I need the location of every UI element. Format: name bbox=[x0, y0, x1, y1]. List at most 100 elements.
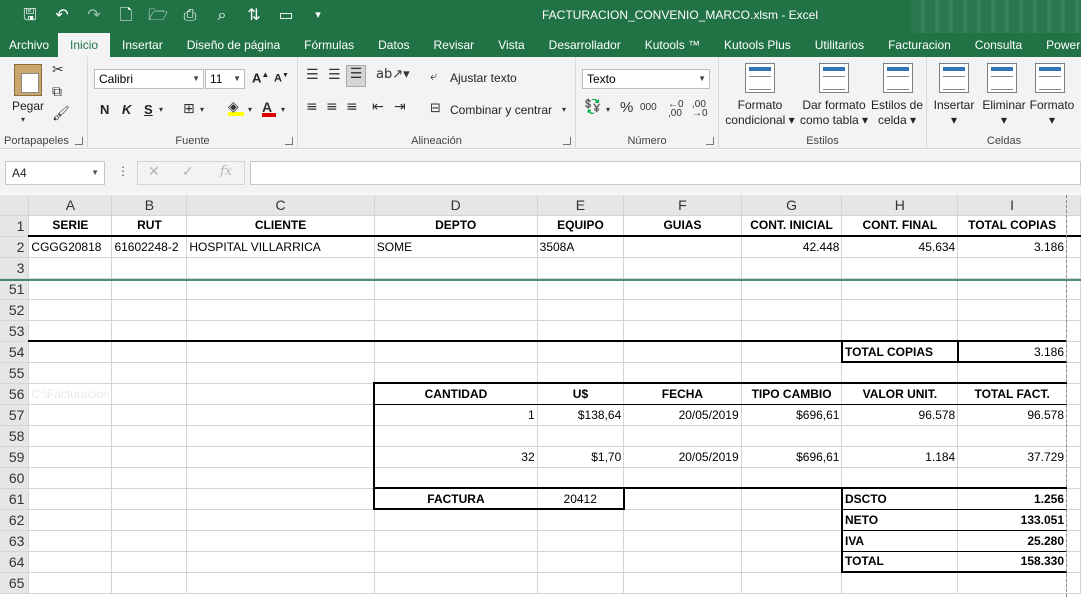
tab-revisar[interactable]: Revisar bbox=[422, 33, 487, 57]
row-header[interactable]: 59 bbox=[0, 446, 30, 468]
wrap-text-button[interactable]: Ajustar texto bbox=[450, 71, 517, 86]
cell[interactable] bbox=[623, 425, 742, 447]
cell[interactable] bbox=[623, 362, 742, 384]
cell-i57[interactable]: 96.578 bbox=[957, 404, 1068, 426]
row-header[interactable]: 58 bbox=[0, 425, 30, 447]
cell[interactable] bbox=[623, 530, 742, 552]
cell[interactable] bbox=[841, 362, 959, 384]
confirm-icon[interactable]: ✓ bbox=[182, 164, 194, 180]
cell[interactable] bbox=[537, 341, 625, 363]
cell[interactable] bbox=[841, 278, 959, 300]
underline-button[interactable]: S bbox=[144, 102, 153, 117]
merge-center-icon[interactable]: ⊟ bbox=[430, 101, 441, 116]
font-launcher-icon[interactable] bbox=[285, 137, 293, 145]
cell-a2[interactable]: CGGG20818 bbox=[28, 236, 113, 258]
cell[interactable] bbox=[111, 509, 188, 531]
insert-function-icon[interactable]: fx bbox=[220, 164, 232, 179]
cell-e61[interactable]: 20412 bbox=[537, 488, 625, 510]
cell[interactable] bbox=[537, 278, 625, 300]
cell[interactable] bbox=[623, 257, 742, 279]
cell-e1[interactable]: EQUIPO bbox=[537, 215, 625, 237]
cell[interactable] bbox=[186, 341, 375, 363]
column-header-e[interactable]: E bbox=[537, 195, 625, 216]
cell-h62[interactable]: NETO bbox=[840, 509, 959, 531]
cell[interactable] bbox=[957, 299, 1068, 321]
merge-center-button[interactable]: Combinar y centrar bbox=[450, 103, 552, 118]
cell[interactable] bbox=[1066, 530, 1081, 552]
cell-i54[interactable]: 3.186 bbox=[957, 341, 1068, 363]
cell[interactable] bbox=[186, 425, 375, 447]
cancel-icon[interactable]: ✕ bbox=[148, 164, 160, 180]
cell-h61[interactable]: DSCTO bbox=[840, 488, 959, 510]
insert-cells-icon[interactable] bbox=[939, 63, 969, 93]
percent-icon[interactable]: % bbox=[620, 99, 633, 116]
cell[interactable] bbox=[1066, 299, 1081, 321]
cell[interactable] bbox=[374, 572, 538, 594]
tab-utilitarios[interactable]: Utilitarios bbox=[803, 33, 876, 57]
cell[interactable] bbox=[373, 467, 538, 489]
cell[interactable] bbox=[374, 362, 538, 384]
cell-f1[interactable]: GUIAS bbox=[623, 215, 742, 237]
cell[interactable] bbox=[111, 488, 188, 510]
align-left-icon[interactable]: ≡ bbox=[306, 99, 318, 115]
name-box[interactable]: A4 ▼ bbox=[5, 161, 105, 185]
cell[interactable] bbox=[957, 425, 1068, 447]
cell[interactable] bbox=[537, 509, 625, 531]
cell[interactable] bbox=[186, 257, 375, 279]
format-painter-icon[interactable]: 🖌 bbox=[52, 106, 70, 122]
cell-h59[interactable]: 1.184 bbox=[841, 446, 959, 468]
borders-icon[interactable]: ⊞ bbox=[183, 101, 195, 117]
cell[interactable] bbox=[28, 530, 113, 552]
clipboard-launcher-icon[interactable] bbox=[75, 137, 83, 145]
row-header[interactable]: 53 bbox=[0, 320, 30, 342]
cell[interactable] bbox=[111, 320, 188, 342]
cell[interactable] bbox=[1066, 551, 1081, 573]
tab-power-pivot[interactable]: Power Piv bbox=[1034, 33, 1081, 57]
copy-icon[interactable]: ⧉ bbox=[52, 84, 62, 100]
cell-i2[interactable]: 3.186 bbox=[957, 236, 1068, 258]
conditional-format-icon[interactable] bbox=[745, 63, 775, 93]
cell-d59[interactable]: 32 bbox=[373, 446, 538, 468]
cell[interactable] bbox=[28, 467, 113, 489]
cell-h56[interactable]: VALOR UNIT. bbox=[841, 383, 959, 405]
cell[interactable] bbox=[186, 320, 375, 342]
cell-b2[interactable]: 61602248-2 bbox=[111, 236, 188, 258]
decrease-decimal-icon[interactable]: ,00 →0 bbox=[692, 100, 708, 119]
row-header[interactable]: 64 bbox=[0, 551, 30, 573]
cell[interactable] bbox=[28, 509, 113, 531]
cell-h1[interactable]: CONT. FINAL bbox=[841, 215, 959, 237]
cell-i64[interactable]: 158.330 bbox=[957, 551, 1068, 573]
column-header-i[interactable]: I bbox=[957, 195, 1068, 216]
cell-d1[interactable]: DEPTO bbox=[374, 215, 538, 237]
cut-icon[interactable]: ✂ bbox=[52, 62, 64, 78]
cell[interactable] bbox=[537, 572, 625, 594]
cell-h54[interactable]: TOTAL COPIAS bbox=[840, 341, 959, 363]
font-color-icon[interactable]: A bbox=[262, 99, 276, 117]
cell[interactable] bbox=[1066, 362, 1081, 384]
cell[interactable] bbox=[28, 320, 113, 342]
cell[interactable] bbox=[1066, 404, 1081, 426]
cell[interactable] bbox=[957, 278, 1068, 300]
cell[interactable] bbox=[741, 572, 843, 594]
tab-formulas[interactable]: Fórmulas bbox=[292, 33, 366, 57]
cell[interactable] bbox=[28, 488, 113, 510]
cell[interactable] bbox=[537, 551, 625, 573]
cell[interactable] bbox=[537, 425, 625, 447]
cell[interactable] bbox=[186, 299, 375, 321]
chevron-down-icon[interactable]: ▾ bbox=[159, 105, 163, 114]
cell[interactable] bbox=[28, 299, 113, 321]
paste-dropdown-icon[interactable]: ▾ bbox=[21, 115, 25, 124]
cell[interactable] bbox=[957, 467, 1068, 489]
cell-h57[interactable]: 96.578 bbox=[841, 404, 959, 426]
cell[interactable] bbox=[1066, 278, 1081, 300]
cell[interactable] bbox=[1066, 467, 1081, 489]
cell[interactable] bbox=[374, 551, 538, 573]
align-right-icon[interactable]: ≡ bbox=[346, 99, 358, 115]
cell[interactable] bbox=[623, 509, 742, 531]
cell[interactable] bbox=[28, 551, 113, 573]
cell-j1[interactable] bbox=[1066, 215, 1081, 237]
cell[interactable] bbox=[374, 341, 538, 363]
cell[interactable] bbox=[741, 509, 843, 531]
cell-i63[interactable]: 25.280 bbox=[957, 530, 1068, 552]
row-header[interactable]: 56 bbox=[0, 383, 30, 405]
